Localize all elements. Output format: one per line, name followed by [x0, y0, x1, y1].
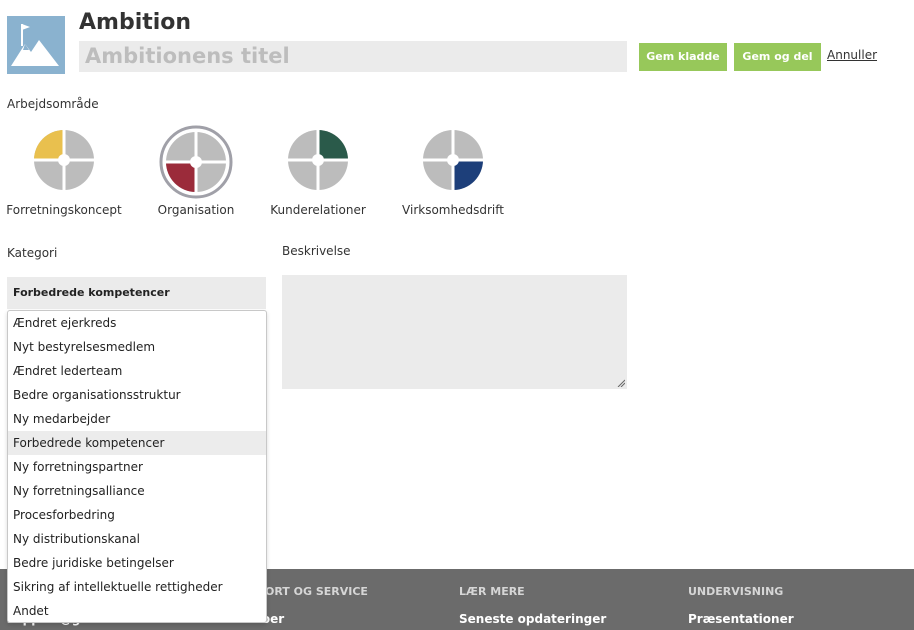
- quadrant-bottom-left-icon: [159, 125, 233, 199]
- category-option-selected[interactable]: Forbedrede kompetencer: [8, 431, 266, 455]
- work-area-label-kunderelationer: Kunderelationer: [270, 203, 366, 217]
- category-option[interactable]: Nyt bestyrelsesmedlem: [8, 335, 266, 359]
- resize-grip-icon[interactable]: [617, 379, 625, 387]
- category-option[interactable]: Andet: [8, 599, 266, 622]
- category-option[interactable]: Sikring af intellektuelle rettigheder: [8, 575, 266, 599]
- category-option[interactable]: Ny distributionskanal: [8, 527, 266, 551]
- work-area-organisation[interactable]: Organisation: [126, 125, 266, 217]
- category-option[interactable]: Procesforbedring: [8, 503, 266, 527]
- quadrant-bottom-right-icon: [423, 130, 483, 190]
- footer-updates-link[interactable]: Seneste opdateringer: [459, 612, 606, 626]
- work-area-label-forretningskoncept: Forretningskoncept: [6, 203, 122, 217]
- footer-teaching-heading: UNDERVISNING: [688, 585, 784, 598]
- footer-learn-heading: LÆR MERE: [459, 585, 525, 598]
- category-dropdown-list: Ændret ejerkreds Nyt bestyrelsesmedlem Æ…: [7, 310, 267, 623]
- save-and-share-button[interactable]: Gem og del: [734, 43, 821, 71]
- work-area-label-organisation: Organisation: [157, 203, 235, 217]
- ambition-mountain-icon: [7, 16, 65, 74]
- category-option[interactable]: Ændret ejerkreds: [8, 311, 266, 335]
- category-label: Kategori: [7, 246, 58, 260]
- category-option[interactable]: Bedre organisationsstruktur: [8, 383, 266, 407]
- category-option[interactable]: Ny forretningspartner: [8, 455, 266, 479]
- work-area-virksomhedsdrift[interactable]: Virksomhedsdrift: [383, 125, 523, 217]
- category-option[interactable]: Ændret lederteam: [8, 359, 266, 383]
- description-textarea[interactable]: [282, 275, 627, 389]
- work-area-kunderelationer[interactable]: Kunderelationer: [248, 125, 388, 217]
- category-option[interactable]: Bedre juridiske betingelser: [8, 551, 266, 575]
- save-draft-button[interactable]: Gem kladde: [639, 43, 727, 71]
- page: Ambition Ambitionens titel Gem kladde Ge…: [0, 0, 914, 630]
- quadrant-top-right-icon: [288, 130, 348, 190]
- category-option[interactable]: Ny medarbejder: [8, 407, 266, 431]
- ambition-title-input[interactable]: Ambitionens titel: [79, 41, 627, 72]
- quadrant-top-left-icon: [34, 130, 94, 190]
- page-title: Ambition: [79, 10, 192, 35]
- description-label: Beskrivelse: [282, 244, 351, 258]
- footer-presentations-link[interactable]: Præsentationer: [688, 612, 794, 626]
- cancel-link[interactable]: Annuller: [827, 48, 877, 62]
- category-option[interactable]: Ny forretningsalliance: [8, 479, 266, 503]
- work-area-label-virksomhedsdrift: Virksomhedsdrift: [402, 203, 504, 217]
- work-area-forretningskoncept[interactable]: Forretningskoncept: [0, 125, 134, 217]
- category-select[interactable]: Forbedrede kompetencer: [7, 277, 266, 309]
- work-area-label: Arbejdsområde: [7, 97, 99, 111]
